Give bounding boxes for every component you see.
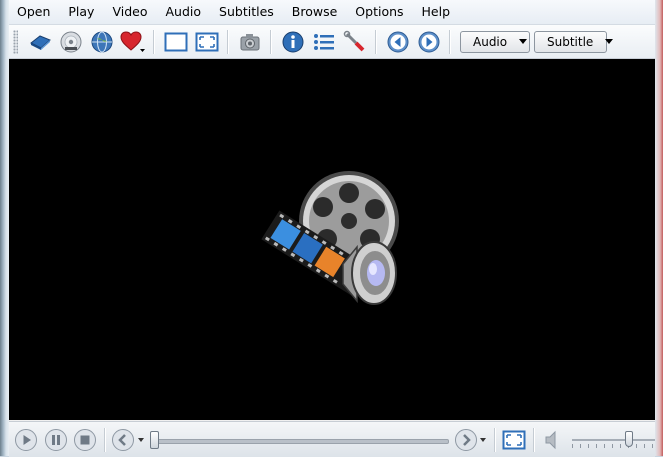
forward-button[interactable]	[453, 427, 479, 453]
toolbar-separator	[375, 29, 377, 54]
menu-help[interactable]: Help	[413, 1, 460, 23]
menu-bar: Open Play Video Audio Subtitles Browse O…	[9, 0, 655, 25]
info-icon	[282, 31, 303, 52]
toolbar-separator	[270, 29, 272, 54]
menu-video[interactable]: Video	[103, 1, 156, 23]
smplayer-logo-icon	[261, 171, 399, 305]
fullscreen-toolbar-button[interactable]	[193, 28, 220, 55]
pause-button[interactable]	[43, 427, 69, 453]
chevron-down-icon	[605, 39, 614, 44]
main-toolbar: Audio Subtitle	[9, 25, 655, 59]
volume-track	[571, 438, 656, 441]
menu-browse[interactable]: Browse	[283, 1, 347, 23]
playlist-button[interactable]	[310, 28, 337, 55]
previous-button[interactable]	[384, 28, 411, 55]
audio-track-dropdown[interactable]: Audio	[460, 30, 530, 53]
volume-slider[interactable]	[571, 429, 656, 451]
seek-handle[interactable]	[149, 430, 159, 449]
volume-handle[interactable]	[624, 430, 633, 447]
mute-button[interactable]	[540, 427, 566, 453]
audio-track-label: Audio	[473, 34, 508, 49]
next-button[interactable]	[415, 28, 442, 55]
play-icon	[14, 428, 37, 451]
toolbar-separator	[227, 29, 229, 54]
toolbar-separator	[153, 29, 155, 54]
stop-icon	[74, 428, 97, 451]
fullscreen-icon	[502, 430, 526, 449]
open-url-icon	[91, 31, 112, 52]
toolbar-separator	[449, 29, 451, 54]
rewind-menu-arrow-icon[interactable]	[137, 437, 144, 442]
menu-play[interactable]: Play	[59, 1, 103, 23]
menu-audio[interactable]: Audio	[157, 1, 211, 23]
seek-track	[149, 438, 449, 444]
chevron-down-icon	[519, 39, 528, 44]
subtitle-track-label: Subtitle	[547, 34, 594, 49]
menu-open[interactable]: Open	[9, 1, 59, 23]
player-window: Open Play Video Audio Subtitles Browse O…	[9, 0, 656, 457]
video-area[interactable]	[9, 59, 655, 420]
next-icon	[418, 31, 439, 52]
preferences-icon	[343, 30, 364, 51]
open-file-icon	[29, 34, 51, 50]
fullscreen-icon	[195, 32, 218, 51]
forward-menu-arrow-icon[interactable]	[480, 437, 487, 442]
rewind-icon	[112, 428, 135, 451]
screenshot-button[interactable]	[236, 28, 263, 55]
seek-slider[interactable]	[149, 429, 449, 451]
favorites-button[interactable]	[119, 28, 146, 55]
mute-icon	[545, 430, 556, 449]
desktop-edge-left	[0, 0, 9, 456]
play-button[interactable]	[13, 427, 39, 453]
controls-separator	[104, 427, 107, 452]
open-file-button[interactable]	[26, 28, 53, 55]
rewind-button[interactable]	[110, 427, 136, 453]
desktop-edge-right	[655, 0, 663, 456]
preferences-button[interactable]	[341, 28, 368, 55]
pause-icon	[44, 428, 67, 451]
controls-separator	[494, 427, 497, 452]
open-dvd-icon	[60, 31, 81, 52]
stop-button[interactable]	[72, 427, 98, 453]
open-url-button[interactable]	[88, 28, 115, 55]
open-dvd-button[interactable]	[57, 28, 84, 55]
screenshot-icon	[240, 33, 259, 50]
compact-mode-button[interactable]	[162, 28, 189, 55]
favorites-icon	[119, 30, 145, 52]
subtitle-track-dropdown[interactable]: Subtitle	[534, 30, 614, 53]
forward-icon	[454, 428, 477, 451]
previous-icon	[387, 31, 408, 52]
playlist-icon	[313, 33, 334, 50]
compact-mode-icon	[164, 32, 187, 51]
info-button[interactable]	[279, 28, 306, 55]
toolbar-grip[interactable]	[13, 29, 18, 54]
menu-options[interactable]: Options	[346, 1, 412, 23]
volume-ticks	[571, 443, 656, 448]
playback-controls	[9, 421, 656, 457]
fullscreen-control-button[interactable]	[501, 427, 527, 453]
menu-subtitles[interactable]: Subtitles	[210, 1, 283, 23]
controls-separator	[533, 427, 536, 452]
